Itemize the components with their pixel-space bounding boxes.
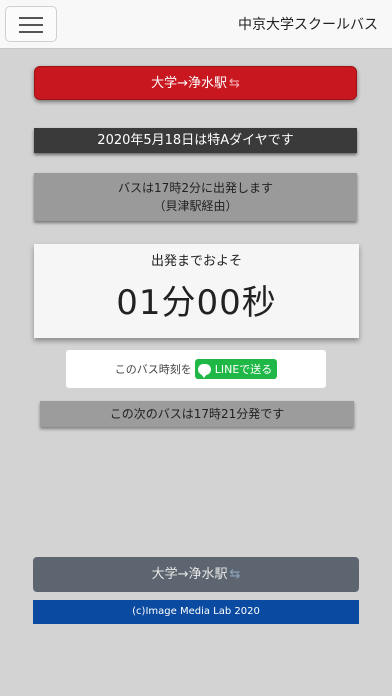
countdown-time: 01分00秒 [116, 283, 277, 323]
share-bar: このバス時刻を LINEで送る [66, 350, 326, 388]
hamburger-icon-bar [19, 17, 43, 19]
hamburger-icon-bar [19, 31, 43, 33]
departure-info: バスは17時2分に出発します （貝津駅経由） [34, 173, 357, 221]
navbar: 中京大学スクールバス [0, 0, 392, 49]
bottom-route-direction-button[interactable]: 大学→浄水駅 ⇆ [33, 557, 359, 592]
line-share-button[interactable]: LINEで送る [194, 359, 278, 379]
app-title[interactable]: 中京大学スクールバス [238, 14, 378, 34]
route-label: 大学→浄水駅 [151, 76, 227, 91]
hamburger-icon-bar [19, 24, 43, 26]
bottom-route-label: 大学→浄水駅 [151, 567, 228, 582]
hamburger-menu-button[interactable] [5, 6, 57, 42]
footer-copyright: (c)Image Media Lab 2020 [33, 600, 359, 624]
route-direction-button[interactable]: 大学→浄水駅 ⇆ [34, 66, 357, 100]
next-bus-info: この次のバスは17時21分発です [40, 401, 354, 427]
swap-icon: ⇆ [229, 567, 241, 582]
share-text: このバス時刻を [114, 363, 192, 376]
swap-icon: ⇆ [229, 76, 240, 91]
countdown-panel: 出発までおよそ 01分00秒 [34, 244, 359, 338]
countdown-caption: 出発までおよそ [150, 254, 242, 269]
departure-time-text: バスは17時2分に出発します [118, 181, 273, 195]
diagram-notice: 2020年5月18日は特Aダイヤです [34, 128, 357, 153]
line-chat-icon [197, 363, 211, 378]
departure-via-text: （貝津駅経由） [153, 199, 238, 213]
line-share-label: LINEで送る [214, 363, 273, 376]
